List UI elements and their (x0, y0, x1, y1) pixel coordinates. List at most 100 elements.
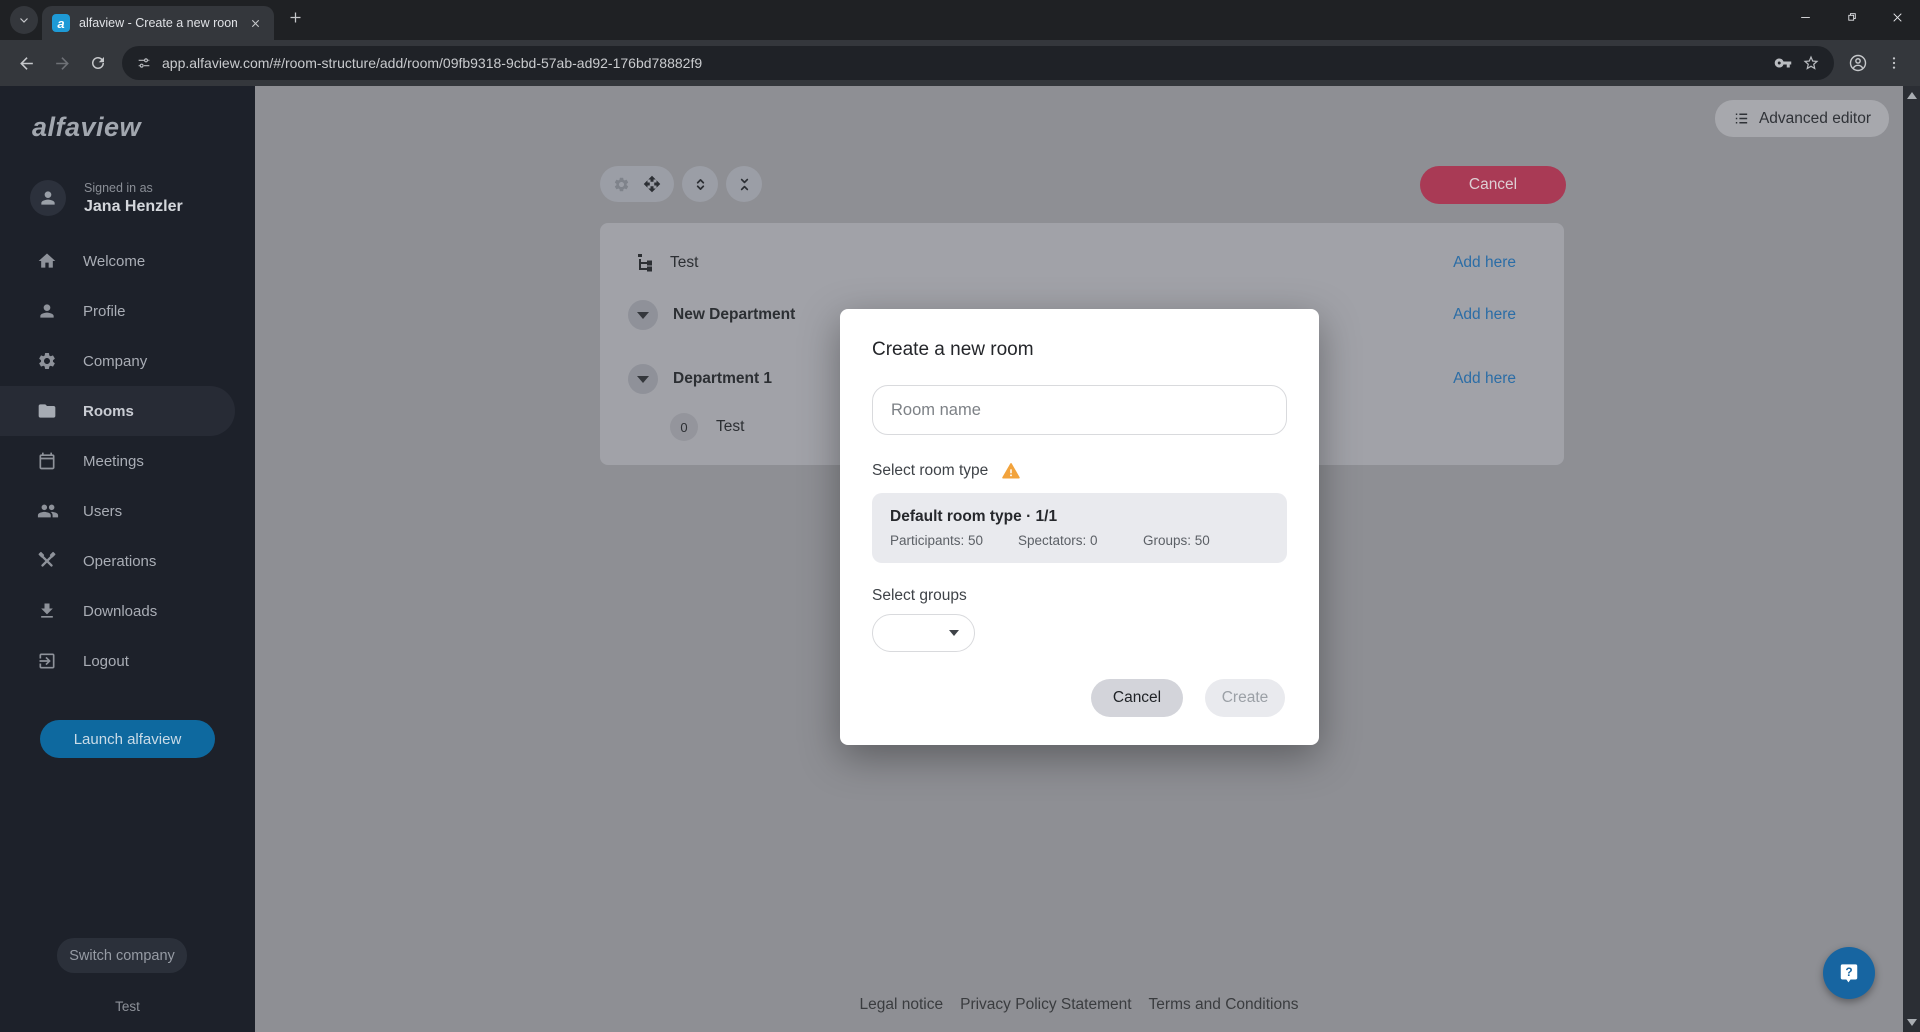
scroll-down-arrow[interactable] (1907, 1019, 1917, 1026)
alfaview-favicon: a (52, 14, 70, 32)
sidebar-item-profile[interactable]: Profile (0, 286, 235, 336)
site-info-icon[interactable] (136, 55, 152, 71)
signed-in-as-label: Signed in as (84, 181, 183, 195)
unfold-more-icon (692, 176, 709, 193)
unfold-less-icon (736, 176, 753, 193)
sidebar-item-label: Profile (83, 303, 126, 320)
legal-notice-link[interactable]: Legal notice (860, 996, 944, 1014)
room-type-option[interactable]: Default room type · 1/1 Participants: 50… (872, 493, 1287, 563)
select-groups-label: Select groups (872, 587, 1287, 605)
department-label: New Department (673, 306, 795, 324)
window-minimize-button[interactable] (1782, 0, 1828, 34)
help-bubble-icon: ? (1836, 960, 1862, 986)
tree-row-root[interactable]: Test Add here (600, 247, 1564, 279)
sidebar-item-welcome[interactable]: Welcome (0, 236, 235, 286)
dialog-create-button[interactable]: Create (1205, 679, 1285, 717)
room-type-stats: Participants: 50 Spectators: 0 Groups: 5… (890, 533, 1269, 548)
warning-icon (1001, 461, 1021, 481)
help-button[interactable]: ? (1823, 947, 1875, 999)
folder-icon (37, 401, 59, 421)
sidebar-item-label: Welcome (83, 253, 145, 270)
tree-toolbar-pill (600, 166, 674, 202)
sidebar-item-meetings[interactable]: Meetings (0, 436, 235, 486)
address-bar[interactable]: app.alfaview.com/#/room-structure/add/ro… (122, 46, 1834, 80)
tab-title: alfaview - Create a new room (79, 16, 237, 30)
room-name-input[interactable] (872, 385, 1287, 435)
launch-alfaview-button[interactable]: Launch alfaview (40, 720, 215, 758)
terms-link[interactable]: Terms and Conditions (1149, 996, 1299, 1014)
url-text: app.alfaview.com/#/room-structure/add/ro… (162, 55, 1764, 71)
bookmark-star-icon[interactable] (1802, 54, 1820, 72)
window-restore-button[interactable] (1828, 0, 1874, 34)
editor-cancel-button[interactable]: Cancel (1420, 166, 1566, 204)
add-here-link[interactable]: Add here (1453, 370, 1516, 388)
browser-profile-button[interactable] (1840, 45, 1876, 81)
dialog-title: Create a new room (872, 339, 1287, 361)
sidebar-item-rooms[interactable]: Rooms (0, 386, 235, 436)
groups-stat: Groups: 50 (1143, 533, 1210, 548)
new-tab-button[interactable] (288, 10, 303, 30)
chevron-down-icon (637, 376, 649, 383)
sidebar-item-label: Rooms (83, 403, 134, 420)
page: alfaview Signed in as Jana Henzler Welco… (0, 86, 1920, 1032)
settings-gear-icon[interactable] (613, 176, 630, 193)
tools-icon (37, 551, 59, 571)
forward-button[interactable] (44, 45, 80, 81)
scroll-up-arrow[interactable] (1907, 92, 1917, 99)
gear-icon (37, 351, 59, 371)
user-name: Jana Henzler (84, 198, 183, 216)
browser-tab[interactable]: a alfaview - Create a new room (42, 6, 274, 40)
calendar-icon (37, 451, 59, 471)
sidebar-item-operations[interactable]: Operations (0, 536, 235, 586)
footer-links: Legal notice Privacy Policy Statement Te… (255, 996, 1903, 1014)
sidebar-nav: Welcome Profile Company Rooms Meetings (0, 236, 235, 686)
sidebar-item-logout[interactable]: Logout (0, 636, 235, 686)
browser-tabstrip: a alfaview - Create a new room (0, 0, 1920, 40)
page-scrollbar[interactable] (1903, 86, 1920, 1032)
groups-dropdown[interactable] (872, 614, 975, 652)
add-here-link[interactable]: Add here (1453, 254, 1516, 272)
download-icon (37, 601, 59, 621)
collapse-department-button[interactable] (628, 300, 658, 330)
move-icon[interactable] (643, 175, 661, 193)
home-icon (37, 251, 59, 271)
password-key-icon[interactable] (1774, 54, 1792, 72)
hierarchy-icon (636, 253, 656, 273)
account-info: Signed in as Jana Henzler (30, 180, 183, 216)
advanced-editor-button[interactable]: Advanced editor (1715, 100, 1889, 137)
switch-company-button[interactable]: Switch company (57, 938, 187, 973)
back-button[interactable] (8, 45, 44, 81)
sidebar-item-downloads[interactable]: Downloads (0, 586, 235, 636)
sidebar-item-label: Downloads (83, 603, 157, 620)
spectators-stat: Spectators: 0 (1018, 533, 1143, 548)
collapse-all-button[interactable] (726, 166, 762, 202)
participants-stat: Participants: 50 (890, 533, 1018, 548)
add-here-link[interactable]: Add here (1453, 306, 1516, 324)
sidebar-item-label: Users (83, 503, 122, 520)
privacy-policy-link[interactable]: Privacy Policy Statement (960, 996, 1131, 1014)
expand-all-button[interactable] (682, 166, 718, 202)
sidebar-item-label: Operations (83, 553, 156, 570)
sidebar-item-label: Logout (83, 653, 129, 670)
browser-toolbar: app.alfaview.com/#/room-structure/add/ro… (0, 40, 1920, 86)
tab-close-icon[interactable] (246, 14, 264, 32)
select-room-type-label: Select room type (872, 462, 988, 480)
sidebar-item-company[interactable]: Company (0, 336, 235, 386)
person-icon (37, 301, 59, 321)
collapse-department-button[interactable] (628, 364, 658, 394)
user-avatar (30, 180, 66, 216)
plus-icon (288, 10, 303, 25)
create-room-dialog: Create a new room Select room type Defau… (840, 309, 1319, 745)
alfaview-logo: alfaview (32, 112, 141, 143)
users-icon (37, 500, 59, 522)
sidebar: alfaview Signed in as Jana Henzler Welco… (0, 86, 255, 1032)
browser-menu-button[interactable] (1876, 45, 1912, 81)
window-close-button[interactable] (1874, 0, 1920, 34)
tab-search-button[interactable] (10, 6, 38, 34)
list-icon (1733, 110, 1750, 127)
sidebar-item-users[interactable]: Users (0, 486, 235, 536)
reload-button[interactable] (80, 45, 116, 81)
logout-icon (37, 651, 59, 671)
dialog-cancel-button[interactable]: Cancel (1091, 679, 1183, 717)
tree-root-label: Test (670, 254, 698, 272)
